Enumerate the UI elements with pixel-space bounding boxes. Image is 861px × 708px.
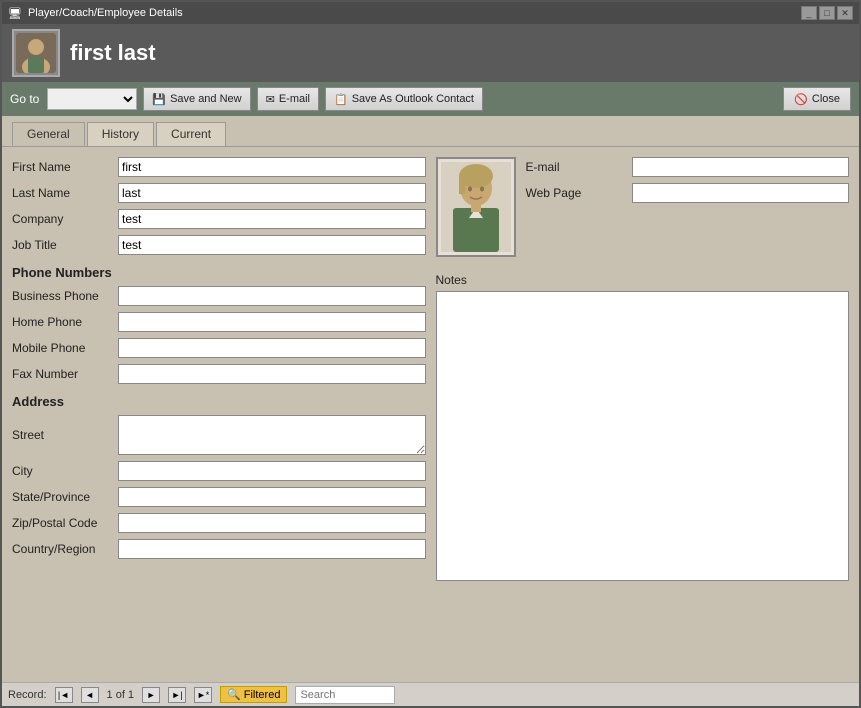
record-next-button[interactable]: ► — [142, 687, 160, 703]
zip-input[interactable] — [118, 513, 426, 533]
home-phone-label: Home Phone — [12, 315, 112, 329]
job-title-label: Job Title — [12, 238, 112, 252]
main-window: 🖥 Player/Coach/Employee Details _ □ ✕ fi… — [0, 0, 861, 708]
street-input[interactable] — [118, 415, 426, 455]
fax-number-row: Fax Number — [12, 364, 426, 384]
business-phone-label: Business Phone — [12, 289, 112, 303]
header-bar: first last — [2, 24, 859, 82]
fax-number-input[interactable] — [118, 364, 426, 384]
title-bar: 🖥 Player/Coach/Employee Details _ □ ✕ — [2, 2, 859, 24]
tab-general[interactable]: General — [12, 122, 85, 146]
title-bar-text: Player/Coach/Employee Details — [28, 7, 183, 19]
mobile-phone-row: Mobile Phone — [12, 338, 426, 358]
email-input[interactable] — [632, 157, 850, 177]
record-prev-button[interactable]: ◄ — [81, 687, 99, 703]
record-first-button[interactable]: |◄ — [55, 687, 73, 703]
last-name-label: Last Name — [12, 186, 112, 200]
avatar-image — [441, 162, 511, 252]
country-label: Country/Region — [12, 542, 112, 556]
last-name-row: Last Name — [12, 183, 426, 203]
filtered-badge: 🔍 Filtered — [220, 686, 287, 703]
business-phone-row: Business Phone — [12, 286, 426, 306]
toolbar: Go to 💾 Save and New ✉ E-mail 📋 Save As … — [2, 82, 859, 116]
business-phone-input[interactable] — [118, 286, 426, 306]
notes-textarea[interactable] — [436, 291, 850, 581]
state-input[interactable] — [118, 487, 426, 507]
tab-bar: General History Current — [2, 116, 859, 146]
record-new-button[interactable]: ►* — [194, 687, 212, 703]
company-row: Company — [12, 209, 426, 229]
status-bar: Record: |◄ ◄ 1 of 1 ► ►| ►* 🔍 Filtered — [2, 682, 859, 706]
record-last-button[interactable]: ►| — [168, 687, 186, 703]
save-outlook-icon: 📋 — [334, 93, 348, 106]
filter-icon: 🔍 — [227, 688, 241, 701]
home-phone-input[interactable] — [118, 312, 426, 332]
right-top: E-mail Web Page — [436, 157, 850, 263]
close-icon: 🚫 — [794, 93, 808, 106]
zip-row: Zip/Postal Code — [12, 513, 426, 533]
goto-select[interactable] — [47, 88, 137, 110]
header-title: first last — [70, 40, 849, 66]
email-button[interactable]: ✉ E-mail — [257, 87, 319, 111]
notes-label: Notes — [436, 273, 850, 287]
web-page-row: Web Page — [526, 183, 850, 203]
photo-box — [436, 157, 516, 257]
title-bar-icon: 🖥 — [8, 7, 22, 20]
maximize-button[interactable]: □ — [819, 6, 835, 20]
street-row: Street — [12, 415, 426, 455]
company-label: Company — [12, 212, 112, 226]
city-input[interactable] — [118, 461, 426, 481]
header-icon — [12, 29, 60, 77]
save-outlook-button[interactable]: 📋 Save As Outlook Contact — [325, 87, 483, 111]
save-new-icon: 💾 — [152, 93, 166, 106]
close-window-button[interactable]: ✕ — [837, 6, 853, 20]
record-prefix: Record: — [8, 689, 47, 701]
first-name-input[interactable] — [118, 157, 426, 177]
city-label: City — [12, 464, 112, 478]
home-phone-row: Home Phone — [12, 312, 426, 332]
web-page-input[interactable] — [632, 183, 850, 203]
first-name-row: First Name — [12, 157, 426, 177]
street-label: Street — [12, 428, 112, 442]
phone-numbers-title: Phone Numbers — [12, 265, 426, 280]
job-title-row: Job Title — [12, 235, 426, 255]
close-button[interactable]: 🚫 Close — [783, 87, 851, 111]
form-grid: First Name Last Name Company Job Title P… — [12, 157, 849, 584]
web-page-label: Web Page — [526, 186, 626, 200]
email-row: E-mail — [526, 157, 850, 177]
country-input[interactable] — [118, 539, 426, 559]
email-icon: ✉ — [266, 93, 275, 106]
content-area: First Name Last Name Company Job Title P… — [2, 146, 859, 682]
tab-current[interactable]: Current — [156, 122, 226, 146]
goto-label: Go to — [10, 92, 39, 106]
right-panel: E-mail Web Page Notes — [436, 157, 850, 584]
title-bar-left: 🖥 Player/Coach/Employee Details — [8, 7, 183, 20]
tab-history[interactable]: History — [87, 122, 154, 146]
job-title-input[interactable] — [118, 235, 426, 255]
save-new-button[interactable]: 💾 Save and New — [143, 87, 250, 111]
last-name-input[interactable] — [118, 183, 426, 203]
zip-label: Zip/Postal Code — [12, 516, 112, 530]
city-row: City — [12, 461, 426, 481]
state-label: State/Province — [12, 490, 112, 504]
title-bar-controls: _ □ ✕ — [801, 6, 853, 20]
fax-number-label: Fax Number — [12, 367, 112, 381]
state-row: State/Province — [12, 487, 426, 507]
first-name-label: First Name — [12, 160, 112, 174]
record-info: 1 of 1 — [107, 689, 135, 701]
search-input[interactable] — [295, 686, 395, 704]
person-icon — [16, 33, 56, 73]
company-input[interactable] — [118, 209, 426, 229]
email-label: E-mail — [526, 160, 626, 174]
left-panel: First Name Last Name Company Job Title P… — [12, 157, 426, 584]
minimize-button[interactable]: _ — [801, 6, 817, 20]
country-row: Country/Region — [12, 539, 426, 559]
address-title: Address — [12, 394, 426, 409]
mobile-phone-input[interactable] — [118, 338, 426, 358]
filtered-label: Filtered — [244, 689, 281, 701]
right-top-fields: E-mail Web Page — [526, 157, 850, 263]
mobile-phone-label: Mobile Phone — [12, 341, 112, 355]
